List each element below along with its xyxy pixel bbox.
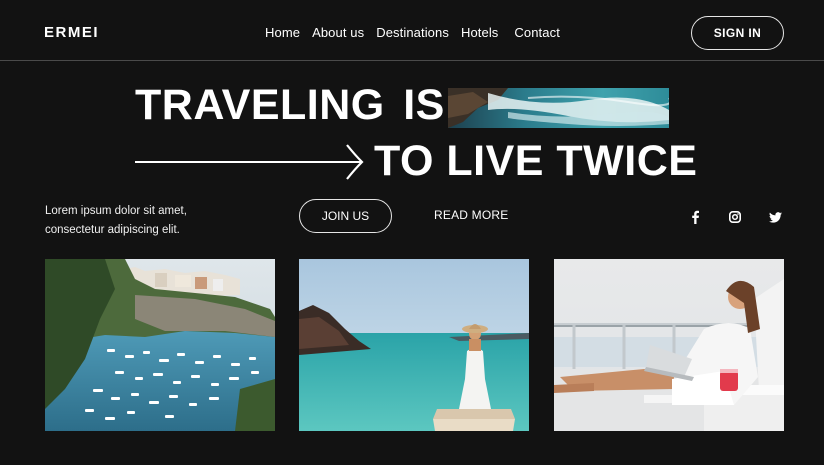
instagram-icon[interactable] xyxy=(728,210,742,224)
intro-line-2: consectetur adipiscing elit. xyxy=(45,224,180,236)
hero-heading-line-1: TRAVELING IS xyxy=(135,81,445,129)
long-arrow-right-icon xyxy=(135,143,367,188)
main-nav: Home About us Destinations Hotels Contac… xyxy=(265,25,560,40)
read-more-link[interactable]: READ MORE xyxy=(434,208,508,222)
join-us-button[interactable]: JOIN US xyxy=(299,199,392,233)
hero-ocean-image xyxy=(448,88,669,128)
brand-logo[interactable]: ERMEI xyxy=(44,24,99,41)
nav-contact[interactable]: Contact xyxy=(514,25,560,40)
nav-destinations[interactable]: Destinations xyxy=(376,25,449,40)
pier-woman-photo[interactable] xyxy=(299,259,529,431)
laptop-lounger-photo[interactable] xyxy=(554,259,784,431)
nav-home[interactable]: Home xyxy=(265,25,300,40)
nav-about-us[interactable]: About us xyxy=(312,25,364,40)
twitter-icon[interactable] xyxy=(768,210,782,224)
site-header: ERMEI Home About us Destinations Hotels … xyxy=(0,0,824,61)
intro-text: Lorem ipsum dolor sit amet, consectetur … xyxy=(45,202,235,240)
facebook-icon[interactable] xyxy=(688,210,702,224)
coastal-harbor-photo[interactable] xyxy=(45,259,275,431)
intro-line-1: Lorem ipsum dolor sit amet, xyxy=(45,205,187,217)
nav-hotels[interactable]: Hotels xyxy=(461,25,498,40)
hero-heading-line-2: TO LIVE TWICE xyxy=(374,137,698,185)
sign-in-button[interactable]: SIGN IN xyxy=(691,16,784,50)
